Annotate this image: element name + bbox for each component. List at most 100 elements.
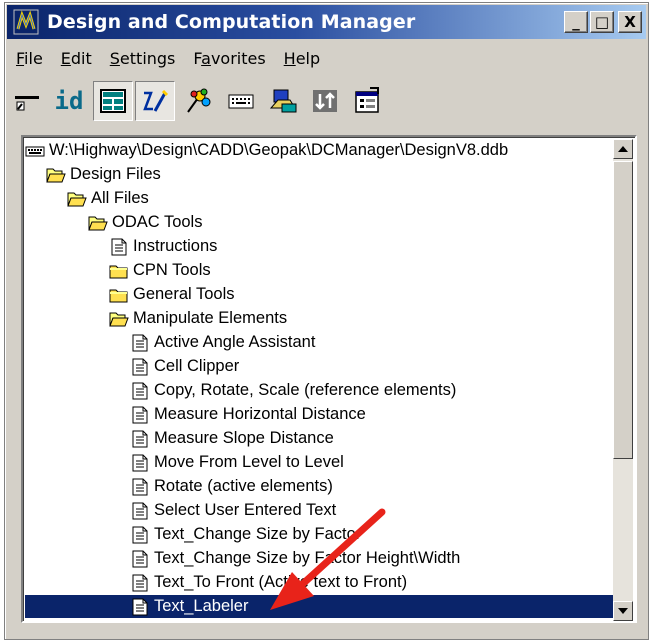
tree-item-label: Measure Slope Distance <box>154 429 334 447</box>
tree-item[interactable]: Move From Level to Level <box>130 451 344 474</box>
tree-item-label: Text_Labeler <box>154 597 249 615</box>
tree-item-label: Rotate (active elements) <box>154 477 333 495</box>
close-button[interactable]: X <box>618 11 642 33</box>
tree-item[interactable]: W:\Highway\Design\CADD\Geopak\DCManager\… <box>25 139 508 162</box>
tree-item-label: CPN Tools <box>133 261 211 279</box>
menu-help[interactable]: Help <box>275 49 329 68</box>
scroll-down-button[interactable] <box>613 601 633 621</box>
edit-mode-button[interactable] <box>135 81 175 121</box>
list-view-icon <box>100 89 126 113</box>
keyboard-icon <box>228 94 254 109</box>
window-controls: _ □ X <box>564 11 642 33</box>
menu-favorites-prefix: F <box>193 48 202 68</box>
tree-item-label: Active Angle Assistant <box>154 333 316 351</box>
tree-item[interactable]: Rotate (active elements) <box>130 475 333 498</box>
tree-item-label: All Files <box>91 189 149 207</box>
tree-item[interactable]: Cell Clipper <box>130 355 239 378</box>
window-title: Design and Computation Manager <box>47 11 416 33</box>
document-icon <box>132 334 148 351</box>
tree-item-label: ODAC Tools <box>112 213 203 231</box>
folder-open-icon <box>46 168 66 182</box>
tree-item[interactable]: ODAC Tools <box>88 211 202 234</box>
menu-edit-mnemonic: E <box>60 48 71 68</box>
document-icon <box>132 382 148 399</box>
scroll-thumb[interactable] <box>613 161 633 459</box>
document-icon <box>132 550 148 567</box>
scroll-up-button[interactable] <box>613 139 633 159</box>
menu-edit-label: dit <box>70 48 92 68</box>
tree-item[interactable]: Measure Horizontal Distance <box>130 403 366 426</box>
properties-icon <box>355 87 379 113</box>
menu-help-mnemonic: H <box>283 48 296 68</box>
list-view-button[interactable] <box>93 81 133 121</box>
minimize-button[interactable]: _ <box>564 11 588 33</box>
document-icon <box>132 502 148 519</box>
folder-open-icon <box>88 216 108 230</box>
tree-item[interactable]: Select User Entered Text <box>130 499 336 522</box>
folder-open-icon <box>67 192 87 206</box>
id-tool-icon: id <box>54 87 84 115</box>
tree-item[interactable]: CPN Tools <box>109 259 211 282</box>
tree-item-label: Design Files <box>70 165 161 183</box>
tree-item[interactable]: Instructions <box>109 235 217 258</box>
maximize-button[interactable]: □ <box>590 11 614 33</box>
document-icon <box>132 358 148 375</box>
tree-item-selected[interactable]: Text_Labeler <box>25 595 615 618</box>
tree-item-label: General Tools <box>133 285 235 303</box>
tree-item[interactable]: Text_Change Size by Factor Height\Width <box>130 547 460 570</box>
tree-item[interactable]: Active Angle Assistant <box>130 331 315 354</box>
tree-item-label: Text_Change Size by Factor Height\Width <box>154 549 461 567</box>
tree-item-label: W:\Highway\Design\CADD\Geopak\DCManager\… <box>49 141 509 159</box>
vertical-scrollbar[interactable] <box>613 139 633 621</box>
title-bar[interactable]: Design and Computation Manager _ □ X <box>7 5 646 39</box>
menu-file-mnemonic: F <box>16 48 25 68</box>
tree-item[interactable]: Measure Slope Distance <box>130 427 334 450</box>
keyboard-button[interactable] <box>221 81 261 121</box>
menu-settings-label: ettings <box>119 48 176 68</box>
path-tool-button[interactable] <box>7 81 47 121</box>
menu-file[interactable]: File <box>7 49 52 68</box>
tree-item[interactable]: Manipulate Elements <box>109 307 287 330</box>
tree-item[interactable]: General Tools <box>109 283 235 306</box>
tree-item-label: Manipulate Elements <box>133 309 288 327</box>
tree-item-label: Text_To Front (Active text to Front) <box>154 573 408 591</box>
tree-item[interactable]: Text_To Front (Active text to Front) <box>130 571 407 594</box>
scroll-down-icon <box>618 608 628 614</box>
document-icon <box>111 238 127 255</box>
path-tool-icon <box>15 96 39 111</box>
tree-item-label: Text_Change Size by Factor <box>154 525 362 543</box>
tree-item[interactable]: All Files <box>67 187 149 210</box>
properties-button[interactable] <box>347 81 387 121</box>
document-icon <box>132 598 148 615</box>
menu-file-label: ile <box>24 48 43 68</box>
tree-item-label: Select User Entered Text <box>154 501 337 519</box>
app-logo-icon <box>13 9 39 35</box>
design-tree[interactable]: W:\Highway\Design\CADD\Geopak\DCManager\… <box>25 139 615 621</box>
palette-icon <box>187 88 211 113</box>
document-icon <box>132 454 148 471</box>
tree-item-label: Instructions <box>133 237 218 255</box>
tree-item-label: Measure Horizontal Distance <box>154 405 366 423</box>
tree-item-label: Copy, Rotate, Scale (reference elements) <box>154 381 457 399</box>
tree-item[interactable]: Copy, Rotate, Scale (reference elements) <box>130 379 456 402</box>
menu-settings[interactable]: Settings <box>101 49 185 68</box>
document-icon <box>132 406 148 423</box>
database-icon <box>25 146 45 156</box>
palette-button[interactable] <box>179 81 219 121</box>
menu-edit[interactable]: Edit <box>52 49 101 68</box>
cell-library-button[interactable] <box>263 81 303 121</box>
run-button[interactable] <box>305 81 345 121</box>
tree-item-label: Cell Clipper <box>154 357 240 375</box>
document-icon <box>132 526 148 543</box>
run-icon <box>313 90 337 112</box>
menu-settings-mnemonic: S <box>109 48 120 68</box>
menu-favorites-mnemonic: a <box>201 48 211 68</box>
menu-help-label: elp <box>295 48 321 68</box>
tree-item[interactable]: Design Files <box>46 163 161 186</box>
document-icon <box>132 574 148 591</box>
id-tool-button[interactable]: id <box>49 81 89 121</box>
tree-item[interactable]: Text_Change Size by Factor <box>130 523 361 546</box>
menu-bar: File Edit Settings Favorites Help <box>7 43 646 73</box>
cell-library-icon <box>269 89 297 113</box>
menu-favorites[interactable]: Favorites <box>184 49 274 68</box>
